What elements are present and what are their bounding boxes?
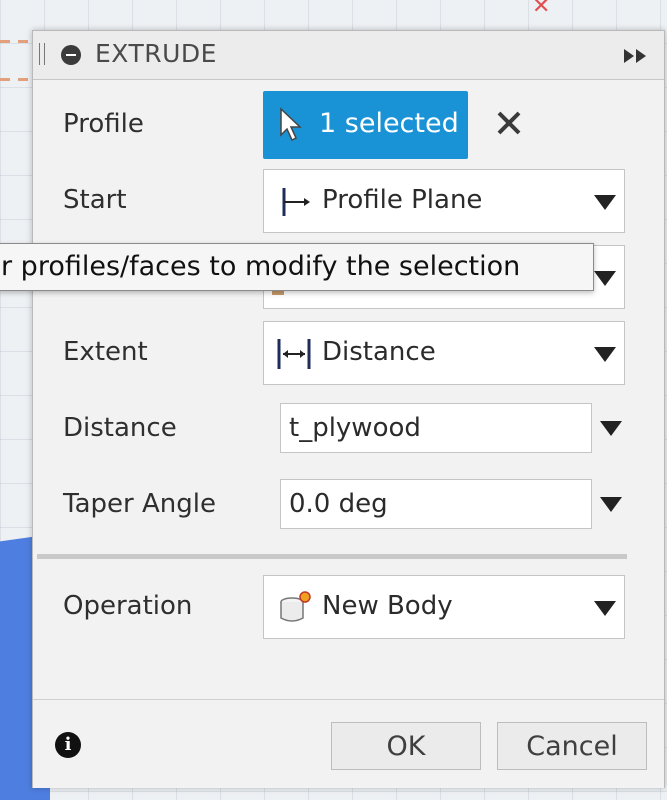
collapse-icon[interactable] — [61, 45, 81, 65]
distance-extent-icon — [277, 339, 311, 369]
sketch-line — [0, 78, 30, 81]
chevron-down-icon — [594, 195, 616, 210]
distance-field[interactable] — [280, 403, 592, 453]
operation-dropdown[interactable]: New Body — [263, 575, 625, 639]
extent-dropdown[interactable]: Distance — [263, 321, 625, 385]
clear-selection-icon[interactable] — [491, 105, 527, 141]
chevron-down-icon — [594, 601, 616, 616]
panel-footer: i OK Cancel — [33, 699, 664, 788]
ok-button[interactable]: OK — [331, 722, 481, 770]
chevron-down-icon — [594, 271, 616, 286]
start-value: Profile Plane — [322, 185, 483, 215]
distance-dropdown-icon[interactable] — [600, 421, 622, 436]
axis-marker-icon: ✕ — [532, 0, 551, 19]
info-icon[interactable]: i — [55, 732, 81, 758]
sketch-line — [0, 40, 30, 43]
new-body-icon — [280, 591, 311, 622]
extent-value: Distance — [322, 337, 436, 367]
distance-input[interactable] — [281, 404, 581, 452]
chevron-down-icon — [594, 347, 616, 362]
profile-label: Profile — [63, 109, 144, 139]
panel-title: EXTRUDE — [95, 39, 217, 68]
operation-label: Operation — [63, 591, 193, 621]
section-divider — [37, 554, 627, 559]
cursor-icon — [280, 107, 302, 142]
operation-value: New Body — [322, 591, 453, 621]
taper-angle-label: Taper Angle — [63, 489, 216, 519]
profile-selection-text: 1 selected — [319, 108, 459, 139]
distance-label: Distance — [63, 413, 177, 443]
fast-forward-icon[interactable] — [622, 47, 650, 65]
taper-angle-field[interactable] — [280, 479, 592, 529]
extent-label: Extent — [63, 337, 148, 367]
cancel-button[interactable]: Cancel — [497, 722, 647, 770]
drag-grip-icon[interactable] — [39, 43, 45, 65]
taper-angle-input[interactable] — [281, 480, 581, 528]
profile-select-button[interactable]: 1 selected — [263, 91, 468, 159]
extrude-panel: EXTRUDE Profile 1 selected Start Profile… — [32, 30, 665, 788]
panel-titlebar[interactable]: EXTRUDE — [33, 31, 664, 80]
profile-plane-icon — [282, 188, 310, 216]
taper-angle-dropdown-icon[interactable] — [600, 497, 622, 512]
selection-tooltip: r profiles/faces to modify the selection — [0, 243, 594, 291]
start-dropdown[interactable]: Profile Plane — [263, 169, 625, 233]
start-label: Start — [63, 185, 127, 215]
